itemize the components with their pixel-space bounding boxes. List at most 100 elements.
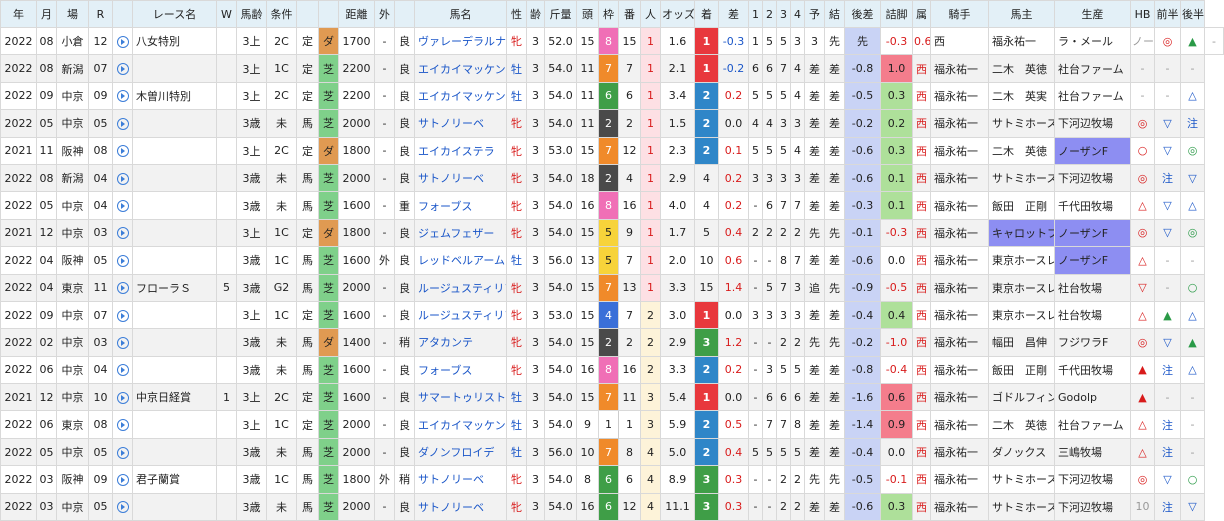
table-cell[interactable]: サトノリーベ — [414, 492, 507, 521]
play-video-icon[interactable] — [112, 328, 133, 357]
table-cell[interactable]: ヴァレーデラルナ — [414, 26, 507, 56]
column-header[interactable]: レース名 — [132, 0, 217, 28]
column-header[interactable]: W — [216, 0, 237, 28]
table-cell[interactable]: アタカンテ — [414, 328, 507, 357]
table-cell[interactable]: 下河辺牧場 — [1054, 465, 1131, 494]
column-header[interactable]: 2 — [762, 0, 777, 28]
table-cell[interactable]: 福永祐一 — [930, 492, 989, 521]
table-cell[interactable]: 福永祐一 — [930, 410, 989, 439]
table-cell[interactable]: 福永祐一 — [930, 465, 989, 494]
table-cell[interactable]: 社台ファーム — [1054, 54, 1131, 83]
table-cell[interactable]: 社台ファーム — [1054, 81, 1131, 111]
play-icon[interactable] — [116, 35, 129, 48]
table-cell[interactable]: 福永祐一 — [988, 26, 1055, 56]
play-icon[interactable] — [116, 364, 129, 377]
play-icon[interactable] — [116, 63, 129, 76]
table-cell[interactable]: 福永祐一 — [930, 109, 989, 138]
play-icon[interactable] — [116, 117, 129, 130]
table-cell[interactable]: 飯田 正剛 — [988, 191, 1055, 220]
table-cell[interactable]: 福永祐一 — [930, 355, 989, 385]
column-header[interactable]: 前半 — [1154, 0, 1181, 28]
column-header[interactable] — [318, 0, 339, 28]
play-video-icon[interactable] — [112, 81, 133, 111]
column-header[interactable]: 場 — [56, 0, 89, 28]
play-video-icon[interactable] — [112, 191, 133, 220]
play-icon[interactable] — [116, 254, 129, 267]
table-cell[interactable] — [132, 355, 217, 385]
table-cell[interactable] — [132, 300, 217, 330]
play-icon[interactable] — [116, 200, 129, 213]
table-cell[interactable]: フォーブス — [414, 355, 507, 385]
column-header[interactable]: 属 — [912, 0, 931, 28]
table-cell[interactable]: 千代田牧場 — [1054, 191, 1131, 220]
table-cell[interactable] — [132, 492, 217, 521]
table-cell[interactable]: サマートゥリスト — [414, 383, 507, 412]
table-cell[interactable]: 福永祐一 — [930, 273, 989, 302]
play-icon[interactable] — [116, 309, 129, 322]
column-header[interactable]: 月 — [36, 0, 57, 28]
table-cell[interactable]: エイカイマッケンロ — [414, 81, 507, 111]
table-cell[interactable]: 中京日経賞 — [132, 383, 217, 412]
column-header[interactable]: 年 — [0, 0, 37, 28]
table-cell[interactable]: 東京ホースレ — [988, 273, 1055, 302]
column-header[interactable]: 枠 — [598, 0, 619, 28]
table-cell[interactable]: 千代田牧場 — [1054, 355, 1131, 385]
table-cell[interactable]: エイカイマッケンロ — [414, 54, 507, 83]
play-video-icon[interactable] — [112, 54, 133, 83]
table-cell[interactable]: ジェムフェザー — [414, 218, 507, 248]
table-cell[interactable]: サトミホース — [988, 109, 1055, 138]
play-video-icon[interactable] — [112, 163, 133, 193]
table-cell[interactable]: 社台ファーム — [1054, 410, 1131, 439]
play-video-icon[interactable] — [112, 300, 133, 330]
play-icon[interactable] — [116, 336, 129, 349]
play-video-icon[interactable] — [112, 355, 133, 385]
table-cell[interactable] — [132, 437, 217, 467]
column-header[interactable]: 差 — [718, 0, 749, 28]
table-cell[interactable]: 福永祐一 — [930, 328, 989, 357]
table-cell[interactable]: 幅田 昌伸 — [988, 328, 1055, 357]
column-header[interactable] — [296, 0, 319, 28]
table-cell[interactable] — [132, 410, 217, 439]
table-cell[interactable]: フローラＳ — [132, 273, 217, 302]
table-cell[interactable] — [132, 136, 217, 165]
table-cell[interactable]: 下河辺牧場 — [1054, 163, 1131, 193]
table-cell[interactable]: フォーブス — [414, 191, 507, 220]
play-video-icon[interactable] — [112, 383, 133, 412]
table-cell[interactable]: サトノリーベ — [414, 465, 507, 494]
column-header[interactable]: 結 — [824, 0, 845, 28]
column-header[interactable]: 騎手 — [930, 0, 989, 28]
table-cell[interactable]: ノーザンF — [1054, 136, 1131, 165]
table-cell[interactable]: 福永祐一 — [930, 136, 989, 165]
table-cell[interactable]: 社台牧場 — [1054, 300, 1131, 330]
column-header[interactable]: 後半 — [1180, 0, 1205, 28]
column-header[interactable] — [112, 0, 133, 28]
column-header[interactable]: 距離 — [338, 0, 375, 28]
table-cell[interactable]: フジワラF — [1054, 328, 1131, 357]
play-video-icon[interactable] — [112, 26, 133, 56]
table-cell[interactable] — [132, 218, 217, 248]
table-cell[interactable]: 福永祐一 — [930, 163, 989, 193]
table-cell[interactable]: 西 — [930, 26, 989, 56]
play-video-icon[interactable] — [112, 218, 133, 248]
table-cell[interactable]: サトミホース — [988, 465, 1055, 494]
table-cell[interactable]: 福永祐一 — [930, 191, 989, 220]
table-cell[interactable]: 八女特別 — [132, 26, 217, 56]
play-icon[interactable] — [116, 282, 129, 295]
column-header[interactable]: 生産 — [1054, 0, 1131, 28]
table-cell[interactable]: 二木 英徳 — [988, 136, 1055, 165]
column-header[interactable]: 1 — [748, 0, 763, 28]
play-icon[interactable] — [116, 227, 129, 240]
column-header[interactable]: 馬名 — [414, 0, 507, 28]
column-header[interactable]: 外 — [374, 0, 395, 28]
table-cell[interactable]: サトミホース — [988, 163, 1055, 193]
table-cell[interactable] — [132, 328, 217, 357]
table-cell[interactable]: ルージュスティリア — [414, 300, 507, 330]
table-cell[interactable]: 社台牧場 — [1054, 273, 1131, 302]
column-header[interactable]: 後差 — [844, 0, 881, 28]
table-cell[interactable]: 二木 英実 — [988, 81, 1055, 111]
column-header[interactable]: 予 — [804, 0, 825, 28]
play-video-icon[interactable] — [112, 136, 133, 165]
table-cell[interactable] — [132, 54, 217, 83]
table-cell[interactable]: ラ・メール — [1054, 26, 1131, 56]
play-video-icon[interactable] — [112, 437, 133, 467]
